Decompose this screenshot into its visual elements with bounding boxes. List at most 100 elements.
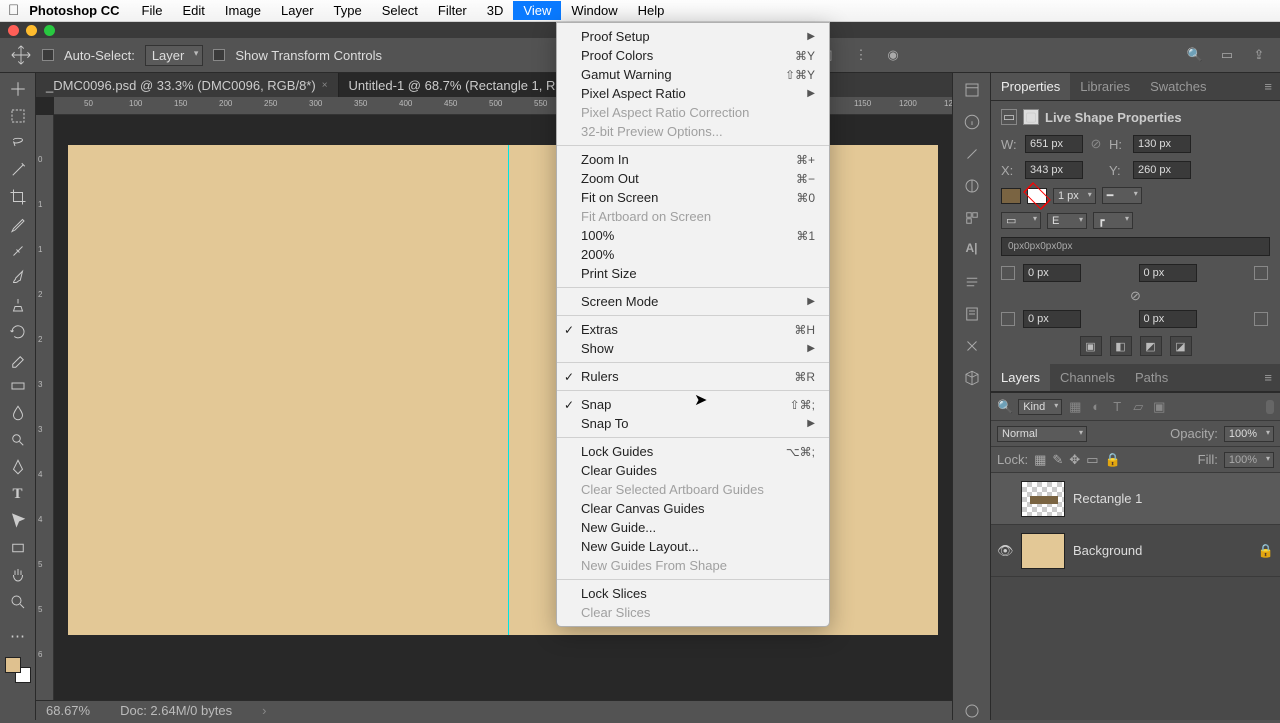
- lock-artboard-icon[interactable]: ▭: [1086, 452, 1098, 468]
- filter-kind-select[interactable]: Kind: [1018, 399, 1062, 415]
- doc-info[interactable]: Doc: 2.64M/0 bytes: [120, 703, 232, 718]
- zoom-tool[interactable]: [6, 590, 30, 614]
- zoom-level[interactable]: 68.67%: [46, 703, 90, 718]
- dodge-tool[interactable]: [6, 428, 30, 452]
- vertical-ruler[interactable]: 011223344556: [36, 115, 54, 700]
- link-corners-icon[interactable]: ⊘: [1130, 288, 1141, 304]
- layer-row[interactable]: 👁 Background 🔒: [991, 525, 1280, 577]
- tool-presets-panel-icon[interactable]: [963, 337, 981, 355]
- corner-tl-input[interactable]: 0 px: [1023, 264, 1081, 282]
- tab-libraries[interactable]: Libraries: [1070, 73, 1140, 100]
- workspace-icon[interactable]: ▭: [1216, 44, 1238, 66]
- menu-edit[interactable]: Edit: [172, 1, 214, 20]
- auto-select-target[interactable]: Layer: [145, 45, 204, 66]
- menu-file[interactable]: File: [132, 1, 173, 20]
- filter-shape-icon[interactable]: ▱: [1130, 399, 1146, 415]
- history-panel-icon[interactable]: [963, 81, 981, 99]
- rectangle-tool[interactable]: [6, 536, 30, 560]
- menu-image[interactable]: Image: [215, 1, 271, 20]
- corner-tr-input[interactable]: 0 px: [1139, 264, 1197, 282]
- distribute-icon[interactable]: ⋮: [850, 44, 872, 66]
- layer-thumbnail[interactable]: [1021, 533, 1065, 569]
- lock-transparency-icon[interactable]: ▦: [1034, 452, 1046, 468]
- filter-kind-icon[interactable]: 🔍: [997, 399, 1013, 415]
- menu-item-snap-to[interactable]: Snap To▶: [557, 414, 829, 433]
- tab-channels[interactable]: Channels: [1050, 364, 1125, 391]
- foreground-color-swatch[interactable]: [5, 657, 21, 673]
- tab-layers[interactable]: Layers: [991, 364, 1050, 391]
- menu-item-proof-colors[interactable]: Proof Colors⌘Y: [557, 46, 829, 65]
- menu-item-extras[interactable]: ✓Extras⌘H: [557, 320, 829, 339]
- link-wh-icon[interactable]: ⊘: [1089, 136, 1103, 152]
- lock-position-icon[interactable]: ✥: [1069, 452, 1080, 468]
- blur-tool[interactable]: [6, 401, 30, 425]
- stroke-style-select[interactable]: ━: [1102, 187, 1142, 204]
- gradient-tool[interactable]: [6, 374, 30, 398]
- tab-paths[interactable]: Paths: [1125, 364, 1178, 391]
- path-op-subtract[interactable]: ◧: [1110, 336, 1132, 356]
- x-input[interactable]: 343 px: [1025, 161, 1083, 179]
- crop-tool[interactable]: [6, 185, 30, 209]
- tab-swatches[interactable]: Swatches: [1140, 73, 1216, 100]
- menu-type[interactable]: Type: [324, 1, 372, 20]
- filter-smart-icon[interactable]: ▣: [1151, 399, 1167, 415]
- clone-stamp-tool[interactable]: [6, 293, 30, 317]
- menu-item-100-[interactable]: 100%⌘1: [557, 226, 829, 245]
- lock-all-icon[interactable]: 🔒: [1104, 452, 1120, 468]
- stroke-corners-select[interactable]: ┏: [1093, 212, 1133, 229]
- magic-wand-tool[interactable]: [6, 158, 30, 182]
- menu-3d[interactable]: 3D: [477, 1, 514, 20]
- menu-item-show[interactable]: Show▶: [557, 339, 829, 358]
- stroke-align-select[interactable]: ▭: [1001, 212, 1041, 229]
- menu-item-rulers[interactable]: ✓Rulers⌘R: [557, 367, 829, 386]
- eyedropper-tool[interactable]: [6, 212, 30, 236]
- color-swatches[interactable]: [5, 657, 31, 683]
- type-tool[interactable]: T: [6, 482, 30, 506]
- menu-item-zoom-out[interactable]: Zoom Out⌘−: [557, 169, 829, 188]
- 3d-mode-icon[interactable]: ◉: [882, 44, 904, 66]
- lock-image-icon[interactable]: ✎: [1052, 452, 1063, 468]
- corner-radii-summary[interactable]: 0px0px0px0px: [1001, 237, 1270, 256]
- blend-mode-select[interactable]: Normal: [997, 426, 1087, 442]
- menu-item-proof-setup[interactable]: Proof Setup▶: [557, 27, 829, 46]
- stroke-width-select[interactable]: 1 px: [1053, 188, 1096, 204]
- eraser-tool[interactable]: [6, 347, 30, 371]
- menu-item-new-guide-layout-[interactable]: New Guide Layout...: [557, 537, 829, 556]
- minimize-window-button[interactable]: [26, 25, 37, 36]
- close-tab-icon[interactable]: ×: [322, 80, 328, 91]
- edit-toolbar-icon[interactable]: ⋯: [6, 624, 30, 648]
- show-transform-checkbox[interactable]: [213, 49, 225, 61]
- menu-item-snap[interactable]: ✓Snap⇧⌘;: [557, 395, 829, 414]
- panel-menu-icon[interactable]: ≡: [1256, 79, 1280, 94]
- filter-pixel-icon[interactable]: ▦: [1067, 399, 1083, 415]
- styles-panel-icon[interactable]: [963, 209, 981, 227]
- filter-toggle[interactable]: [1266, 400, 1274, 414]
- character-panel-icon[interactable]: A|: [963, 241, 981, 259]
- stroke-caps-select[interactable]: E: [1047, 213, 1087, 229]
- width-input[interactable]: 651 px: [1025, 135, 1083, 153]
- brush-tool[interactable]: [6, 266, 30, 290]
- adjustments-panel-icon[interactable]: [963, 177, 981, 195]
- status-arrow-icon[interactable]: ›: [262, 703, 266, 718]
- paragraph-panel-icon[interactable]: [963, 273, 981, 291]
- layer-thumbnail[interactable]: [1021, 481, 1065, 517]
- close-window-button[interactable]: [8, 25, 19, 36]
- menu-item-fit-on-screen[interactable]: Fit on Screen⌘0: [557, 188, 829, 207]
- menu-item-clear-guides[interactable]: Clear Guides: [557, 461, 829, 480]
- tab-properties[interactable]: Properties: [991, 73, 1070, 100]
- zoom-window-button[interactable]: [44, 25, 55, 36]
- color-panel-icon[interactable]: [963, 145, 981, 163]
- fill-color-swatch[interactable]: [1001, 188, 1021, 204]
- y-input[interactable]: 260 px: [1133, 161, 1191, 179]
- path-op-exclude[interactable]: ◪: [1170, 336, 1192, 356]
- menu-item-pixel-aspect-ratio[interactable]: Pixel Aspect Ratio▶: [557, 84, 829, 103]
- menu-view[interactable]: View: [513, 1, 561, 20]
- marquee-tool[interactable]: [6, 104, 30, 128]
- share-icon[interactable]: ⇪: [1248, 44, 1270, 66]
- healing-brush-tool[interactable]: [6, 239, 30, 263]
- path-selection-tool[interactable]: [6, 509, 30, 533]
- apple-logo-icon[interactable]: : [8, 2, 19, 19]
- info-panel-icon[interactable]: [963, 113, 981, 131]
- layer-name[interactable]: Rectangle 1: [1073, 491, 1142, 506]
- document-tab-1[interactable]: Untitled-1 @ 68.7% (Rectangle 1, R: [339, 73, 567, 97]
